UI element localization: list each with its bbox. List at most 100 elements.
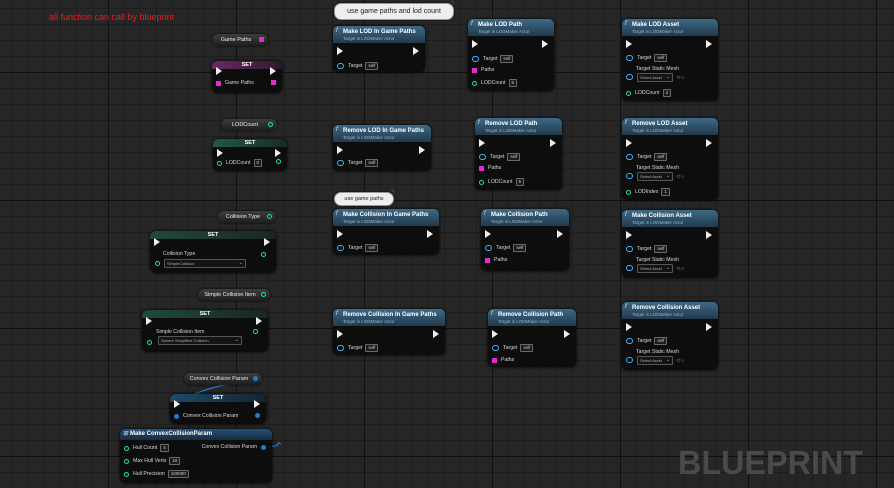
exec-out-pin[interactable] <box>254 400 260 408</box>
object-pin-icon[interactable] <box>472 56 479 62</box>
enum-pin-icon[interactable] <box>261 252 266 257</box>
array-pin-icon[interactable] <box>472 67 477 73</box>
target-self-value[interactable]: self <box>654 245 668 253</box>
hull-count-input[interactable]: 4 <box>160 444 169 452</box>
object-pin-icon[interactable] <box>492 345 499 351</box>
int-pin-icon[interactable] <box>124 458 129 464</box>
make-lod-path-node[interactable]: f Make LOD Path Target is LODMaker Actor T… <box>468 19 554 91</box>
target-self-value[interactable]: self <box>365 344 379 352</box>
exec-out-pin[interactable] <box>256 317 262 325</box>
make-lod-in-game-paths-node[interactable]: f Make LOD In Game Paths Target is LODMake… <box>333 26 425 72</box>
collision-type-dropdown[interactable]: SimpleCollision ⌄ <box>164 259 246 268</box>
exec-out-pin[interactable] <box>706 139 712 147</box>
exec-in-pin[interactable] <box>479 139 485 147</box>
array-pin-icon[interactable] <box>216 80 221 86</box>
variable-node-convex-collision-param[interactable]: Convex Collision Param <box>184 373 262 385</box>
browse-asset-icon[interactable]: ⟲⌕ <box>676 174 685 180</box>
set-node-lod-count[interactable]: SET LODCount 0 <box>213 139 287 171</box>
exec-in-pin[interactable] <box>626 40 632 48</box>
lod-count-input[interactable]: 5 <box>508 79 518 87</box>
exec-out-pin[interactable] <box>564 330 570 338</box>
exec-in-pin[interactable] <box>337 146 343 154</box>
exec-in-pin[interactable] <box>337 330 343 338</box>
exec-in-pin[interactable] <box>174 400 180 408</box>
enum-pin-icon[interactable] <box>261 292 266 297</box>
array-pin-icon[interactable] <box>485 257 490 263</box>
object-pin-icon[interactable] <box>626 246 633 252</box>
exec-out-pin[interactable] <box>542 40 548 48</box>
enum-pin-icon[interactable] <box>147 340 152 345</box>
asset-picker-dropdown[interactable]: Select Asset ⌄ <box>637 356 674 365</box>
lod-index-input[interactable]: 1 <box>661 188 670 196</box>
array-pin-icon[interactable] <box>271 80 276 85</box>
struct-pin-icon[interactable] <box>253 376 258 381</box>
object-pin-icon[interactable] <box>479 154 486 160</box>
int-pin-icon[interactable] <box>626 90 631 96</box>
remove-collision-asset-node[interactable]: f Remove Collision Asset Target is LODMake… <box>622 302 718 370</box>
enum-pin-icon[interactable] <box>155 261 160 266</box>
exec-in-pin[interactable] <box>626 139 632 147</box>
exec-out-pin[interactable] <box>275 149 281 157</box>
asset-picker-dropdown[interactable]: Select Asset ⌄ <box>637 172 674 181</box>
make-collision-in-game-paths-node[interactable]: f Make Collision In Game Paths Target is L… <box>333 209 439 255</box>
exec-out-pin[interactable] <box>270 67 276 75</box>
array-pin-icon[interactable] <box>479 165 484 171</box>
object-pin-icon[interactable] <box>626 154 633 160</box>
exec-in-pin[interactable] <box>146 317 152 325</box>
comment-bubble[interactable]: use game paths ✎ <box>334 190 395 206</box>
int-pin-icon[interactable] <box>276 159 281 164</box>
int-pin-icon[interactable] <box>124 471 129 477</box>
lod-count-input[interactable]: 3 <box>662 89 672 97</box>
object-pin-icon[interactable] <box>626 55 633 61</box>
pin-icon[interactable]: ✎ <box>451 1 456 6</box>
object-pin-icon[interactable] <box>337 345 344 351</box>
target-self-value[interactable]: self <box>365 244 379 252</box>
variable-node-collision-type[interactable]: Collision Type <box>218 211 276 223</box>
browse-asset-icon[interactable]: ⟲⌕ <box>676 358 685 364</box>
enum-pin-icon[interactable] <box>253 329 258 334</box>
exec-in-pin[interactable] <box>492 330 498 338</box>
object-pin-icon[interactable] <box>626 74 633 80</box>
exec-out-pin[interactable] <box>419 146 425 154</box>
exec-out-pin[interactable] <box>413 47 419 55</box>
exec-in-pin[interactable] <box>626 231 632 239</box>
lod-count-input[interactable]: 0 <box>253 159 263 167</box>
target-self-value[interactable]: self <box>654 337 668 345</box>
int-pin-icon[interactable] <box>479 179 484 185</box>
exec-out-pin[interactable] <box>557 230 563 238</box>
exec-in-pin[interactable] <box>216 67 222 75</box>
array-pin-icon[interactable] <box>259 37 264 42</box>
variable-node-simple-collision-item[interactable]: Simple Collision Item <box>198 289 270 301</box>
set-node-convex-collision-param[interactable]: SET Convex Collision Param <box>170 394 266 424</box>
remove-collision-path-node[interactable]: f Remove Collision Path Target is LODMaker… <box>488 309 576 367</box>
exec-in-pin[interactable] <box>626 323 632 331</box>
remove-lod-path-node[interactable]: f Remove LOD Path Target is LODMaker Actor… <box>475 118 562 190</box>
exec-out-pin[interactable] <box>433 330 439 338</box>
variable-node-game-paths[interactable]: Game Paths <box>212 34 268 46</box>
max-hull-verts-input[interactable]: 16 <box>169 457 181 465</box>
exec-in-pin[interactable] <box>337 230 343 238</box>
make-convex-collision-param-node[interactable]: ⊞ Make ConvexCollisionParam Hull Count 4 … <box>120 429 272 483</box>
hull-precision-input[interactable]: 100000 <box>167 470 189 478</box>
target-self-value[interactable]: self <box>520 344 534 352</box>
exec-in-pin[interactable] <box>154 238 160 246</box>
exec-out-pin[interactable] <box>264 238 270 246</box>
make-collision-asset-node[interactable]: f Make Collision Asset Target is LODMaker … <box>622 210 718 278</box>
exec-out-pin[interactable] <box>427 230 433 238</box>
remove-collision-in-game-paths-node[interactable]: f Remove Collision In Game Paths Target is… <box>333 309 445 355</box>
object-pin-icon[interactable] <box>337 63 344 69</box>
target-self-value[interactable]: self <box>654 153 668 161</box>
enum-pin-icon[interactable] <box>267 214 272 219</box>
target-self-value[interactable]: self <box>654 54 668 62</box>
target-self-value[interactable]: self <box>500 55 514 63</box>
exec-out-pin[interactable] <box>550 139 556 147</box>
struct-pin-icon[interactable] <box>255 413 260 418</box>
object-pin-icon[interactable] <box>337 245 344 251</box>
target-self-value[interactable]: self <box>507 153 521 161</box>
variable-node-lod-count[interactable]: LODCount <box>221 119 277 131</box>
simple-collision-dropdown[interactable]: Sphere Simplified Collision ⌄ <box>158 336 242 345</box>
make-lod-asset-node[interactable]: f Make LOD Asset Target is LODMaker Actor … <box>622 19 718 101</box>
remove-lod-asset-node[interactable]: f Remove LOD Asset Target is LODMaker Acto… <box>622 118 718 200</box>
struct-pin-icon[interactable] <box>174 413 179 419</box>
set-node-simple-collision-item[interactable]: SET Simple Collision Item Sphere Simplif… <box>142 310 268 352</box>
